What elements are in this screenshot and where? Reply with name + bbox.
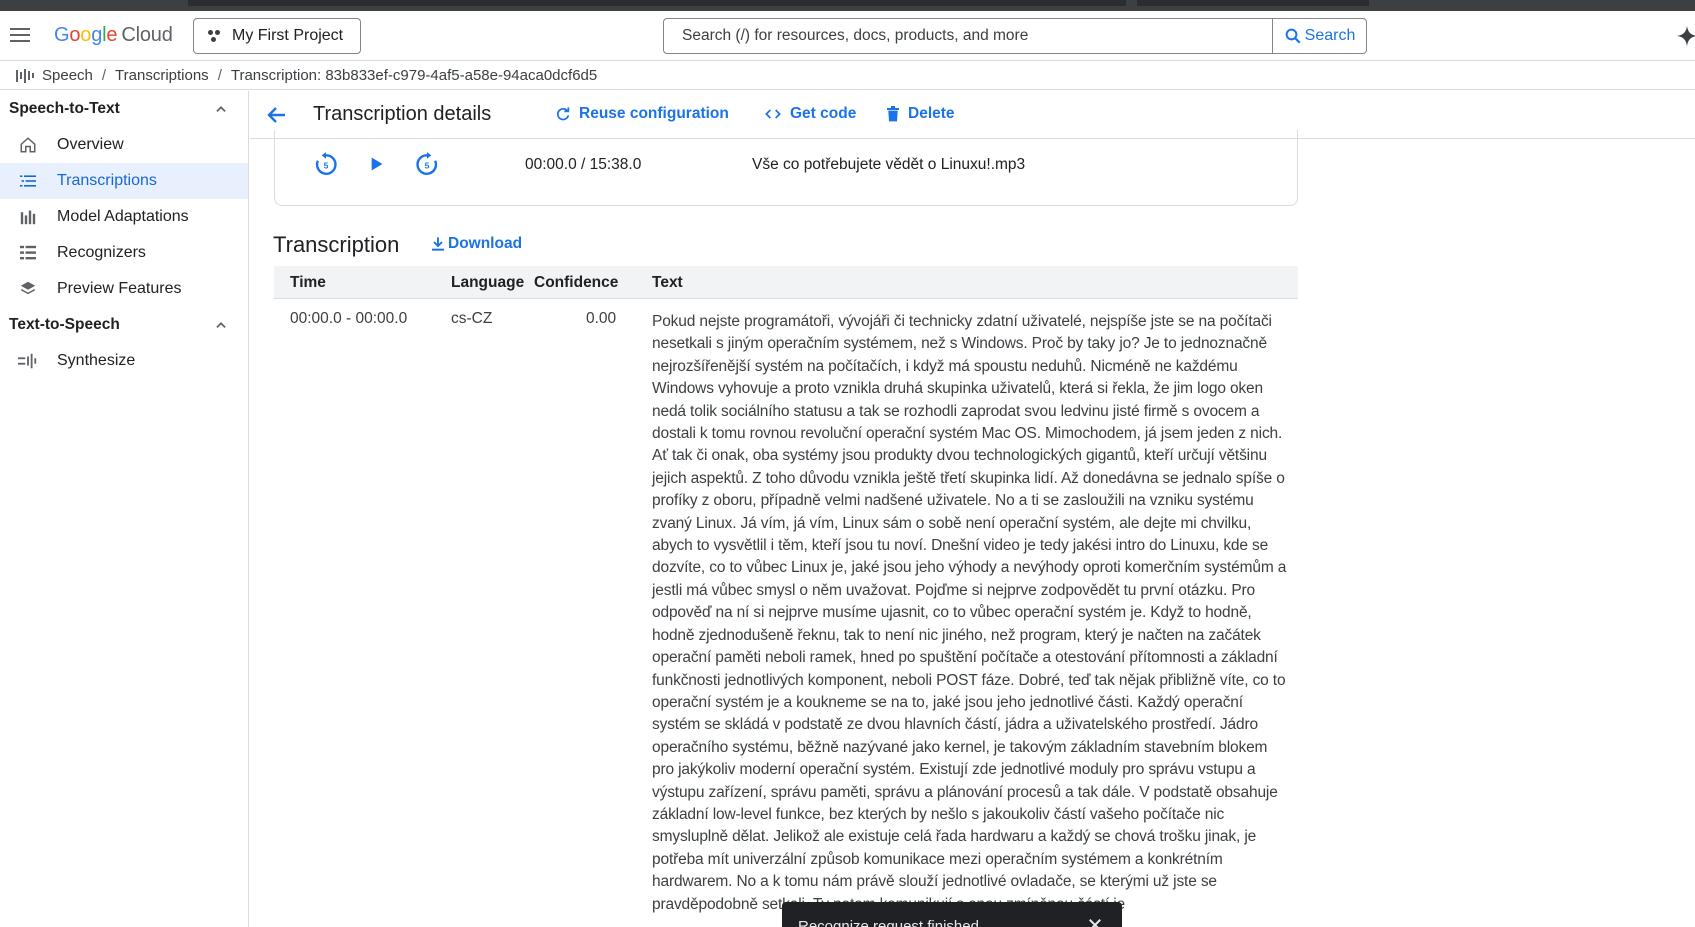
download-label: Download: [448, 235, 523, 252]
transcription-heading: Transcription: [273, 232, 400, 257]
transcription-table: Time Language Confidence Text 00:00.0 - …: [274, 266, 1298, 913]
layers-icon: [18, 279, 38, 299]
sidebar-item-label: Synthesize: [57, 352, 136, 369]
column-header-time[interactable]: Time: [290, 274, 326, 292]
gemini-sparkle-icon[interactable]: [1676, 25, 1695, 47]
delete-label: Delete: [908, 105, 955, 122]
close-icon[interactable]: [1086, 916, 1104, 927]
sidebar-section-title: Speech-to-Text: [9, 100, 120, 117]
list-icon: [18, 171, 38, 191]
chevron-up-icon: [216, 106, 226, 112]
speech-wave-icon: [16, 68, 36, 84]
search-icon: [1285, 28, 1301, 44]
sidebar-item-label: Transcriptions: [57, 172, 157, 189]
download-button[interactable]: Download: [430, 235, 522, 253]
breadcrumb-speech[interactable]: Speech: [42, 67, 93, 84]
back-arrow-icon[interactable]: [265, 103, 289, 127]
sidebar-section-title: Text-to-Speech: [9, 316, 120, 333]
sidebar-item-synthesize[interactable]: Synthesize: [0, 343, 248, 379]
column-header-language[interactable]: Language: [451, 274, 524, 292]
breadcrumb-separator: /: [101, 67, 107, 84]
audio-filename: Vše co potřebujete vědět o Linuxu!.mp3: [752, 156, 1026, 173]
bar-chart-icon: [18, 207, 38, 227]
column-header-confidence[interactable]: Confidence: [534, 274, 618, 292]
breadcrumb-transcriptions[interactable]: Transcriptions: [115, 67, 209, 84]
sidebar-item-overview[interactable]: Overview: [0, 127, 248, 163]
code-icon: [765, 109, 781, 119]
cell-language: cs-CZ: [451, 310, 493, 327]
sidebar-item-label: Overview: [57, 136, 124, 153]
get-code-button[interactable]: Get code: [764, 105, 856, 123]
checklist-icon: [18, 243, 38, 263]
browser-tab-bar: [188, 0, 1126, 6]
sidebar-item-label: Recognizers: [57, 244, 146, 261]
snackbar-message: Recognize request finished: [798, 918, 979, 927]
cell-text: Pokud nejste programátoři, vývojáři či t…: [652, 313, 1287, 913]
download-icon: [432, 237, 444, 251]
column-header-text[interactable]: Text: [652, 274, 683, 292]
home-icon: [18, 135, 38, 155]
browser-top-strip: [0, 0, 1695, 11]
breadcrumb-current: Transcription: 83b833ef-c979-4af5-a58e-9…: [230, 67, 598, 84]
search-input[interactable]: Search (/) for resources, docs, products…: [663, 18, 1273, 54]
forward-5-icon[interactable]: 5: [414, 151, 440, 177]
rewind-5-icon[interactable]: 5: [313, 151, 339, 177]
sidebar-section-speech-to-text[interactable]: Speech-to-Text: [0, 91, 248, 127]
trash-icon: [887, 106, 899, 122]
play-icon[interactable]: [363, 151, 389, 177]
breadcrumb: Speech / Transcriptions / Transcription:…: [0, 62, 1695, 90]
breadcrumb-separator: /: [217, 67, 222, 84]
sidebar-item-model-adaptations[interactable]: Model Adaptations: [0, 199, 248, 235]
sidebar-item-transcriptions[interactable]: Transcriptions: [0, 163, 248, 199]
browser-tab-bar-secondary: [1137, 0, 1369, 6]
svg-text:5: 5: [324, 160, 329, 170]
search-button-label: Search: [1304, 27, 1356, 44]
sidebar-section-text-to-speech[interactable]: Text-to-Speech: [0, 307, 248, 343]
table-header: Time Language Confidence Text: [274, 266, 1298, 299]
search-button[interactable]: Search: [1272, 18, 1367, 54]
sidebar-item-recognizers[interactable]: Recognizers: [0, 235, 248, 271]
audio-player: 5 5 00:00.0 / 15:38.0 Vše co potřebujete…: [274, 130, 1298, 206]
sidebar-item-preview-features[interactable]: Preview Features: [0, 271, 248, 307]
reuse-configuration-label: Reuse configuration: [579, 105, 729, 122]
console-header: Google Cloud My First Project Search (/) …: [0, 11, 1695, 61]
project-name: My First Project: [232, 27, 344, 44]
snackbar: Recognize request finished: [782, 902, 1122, 927]
sidebar: Speech-to-Text Overview Transcriptions M…: [0, 91, 249, 927]
hamburger-menu-icon[interactable]: [10, 25, 32, 47]
playback-time: 00:00.0 / 15:38.0: [525, 156, 642, 173]
sidebar-item-label: Model Adaptations: [57, 208, 189, 225]
cell-confidence: 0.00: [586, 310, 617, 327]
reuse-icon: [557, 107, 570, 121]
logo-cloud-text: Cloud: [121, 24, 173, 46]
audio-wave-icon: [18, 351, 38, 371]
project-icon: [208, 29, 222, 43]
reuse-configuration-button[interactable]: Reuse configuration: [555, 105, 729, 123]
project-picker-button[interactable]: My First Project: [193, 18, 361, 54]
delete-button[interactable]: Delete: [886, 105, 955, 123]
sidebar-item-label: Preview Features: [57, 280, 182, 297]
svg-text:5: 5: [425, 160, 430, 170]
google-cloud-logo[interactable]: Google Cloud: [54, 24, 173, 47]
cell-time: 00:00.0 - 00:00.0: [290, 310, 408, 327]
chevron-up-icon: [216, 322, 226, 328]
page-title: Transcription details: [313, 103, 492, 125]
get-code-label: Get code: [790, 105, 857, 122]
search-placeholder: Search (/) for resources, docs, products…: [682, 27, 1029, 44]
